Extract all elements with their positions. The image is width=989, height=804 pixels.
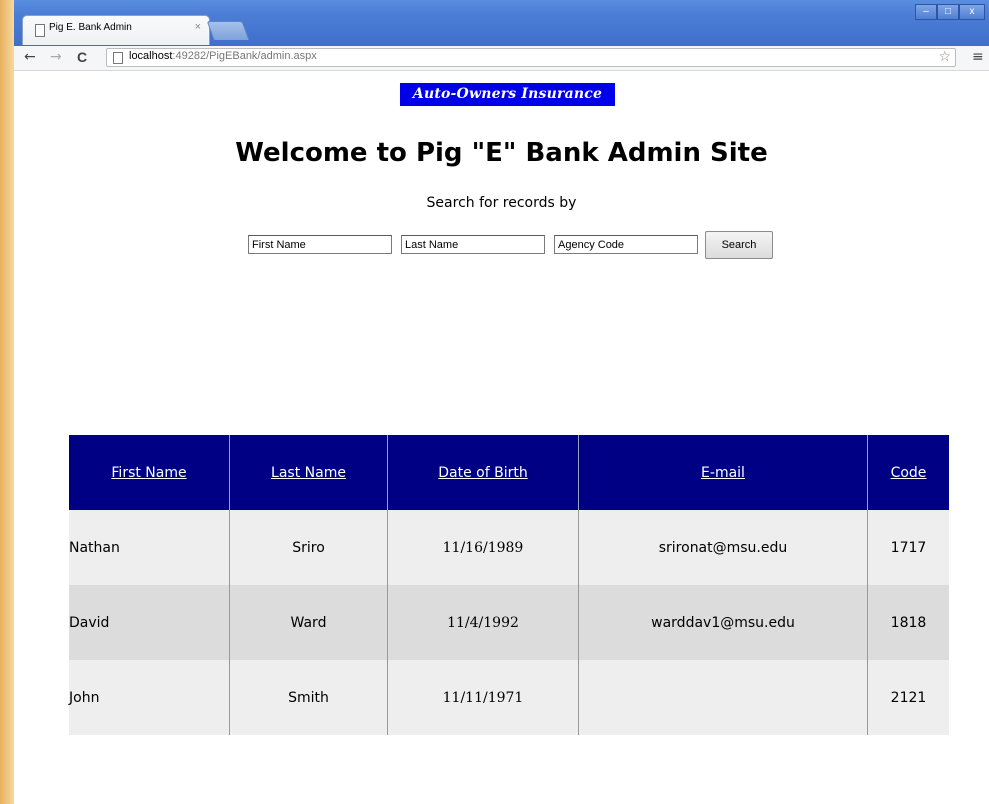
- address-bar[interactable]: localhost:49282/PigEBank/admin.aspx ☆: [106, 48, 956, 67]
- cell-dob: 11/16/1989: [387, 510, 579, 585]
- window-controls: – □ x: [915, 4, 985, 20]
- table-row: John Smith 11/11/1971 2121: [69, 660, 949, 735]
- title-bar: Pig E. Bank Admin × – □ x: [14, 0, 989, 46]
- cell-dob: 11/11/1971: [387, 660, 579, 735]
- cell-email: srironat@msu.edu: [578, 510, 868, 585]
- sort-link-dob[interactable]: Date of Birth: [438, 465, 527, 481]
- close-button[interactable]: x: [959, 4, 985, 20]
- sort-link-code[interactable]: Code: [891, 465, 927, 481]
- sort-link-last-name[interactable]: Last Name: [271, 465, 346, 481]
- page-icon: [35, 24, 45, 37]
- menu-icon[interactable]: ≡: [972, 49, 984, 65]
- cell-last-name: Smith: [229, 660, 388, 735]
- column-header-last-name: Last Name: [229, 435, 388, 510]
- table-row: David Ward 11/4/1992 warddav1@msu.edu 18…: [69, 585, 949, 660]
- last-name-input[interactable]: [401, 235, 545, 254]
- cell-first-name: David: [69, 585, 230, 660]
- cell-first-name: Nathan: [69, 510, 230, 585]
- reload-icon[interactable]: C: [77, 49, 87, 65]
- search-button[interactable]: Search: [705, 231, 773, 259]
- sort-link-email[interactable]: E-mail: [701, 465, 745, 481]
- url-host: localhost: [129, 50, 173, 62]
- page-title: Welcome to Pig "E" Bank Admin Site: [235, 138, 768, 168]
- tab-close-icon[interactable]: ×: [195, 21, 201, 33]
- agency-code-input[interactable]: [554, 235, 698, 254]
- url-text: localhost:49282/PigEBank/admin.aspx: [129, 50, 317, 62]
- first-name-input[interactable]: [248, 235, 392, 254]
- tab-title: Pig E. Bank Admin: [49, 22, 132, 33]
- cell-last-name: Ward: [229, 585, 388, 660]
- cell-code: 1818: [867, 585, 949, 660]
- cell-last-name: Sriro: [229, 510, 388, 585]
- desktop-background: [0, 0, 14, 804]
- maximize-button[interactable]: □: [937, 4, 959, 20]
- browser-toolbar: ← → C localhost:49282/PigEBank/admin.asp…: [14, 46, 989, 71]
- column-header-dob: Date of Birth: [387, 435, 579, 510]
- sort-link-first-name[interactable]: First Name: [111, 465, 186, 481]
- new-tab-button[interactable]: [206, 21, 250, 40]
- search-subtitle: Search for records by: [426, 195, 577, 211]
- company-logo: Auto-Owners Insurance: [400, 83, 615, 106]
- column-header-code: Code: [867, 435, 949, 510]
- cell-dob: 11/4/1992: [387, 585, 579, 660]
- cell-first-name: John: [69, 660, 230, 735]
- table-row: Nathan Sriro 11/16/1989 srironat@msu.edu…: [69, 510, 949, 585]
- records-table: First Name Last Name Date of Birth E-mai…: [69, 435, 949, 735]
- browser-window: Pig E. Bank Admin × – □ x ← → C localhos…: [14, 0, 989, 804]
- column-header-email: E-mail: [578, 435, 868, 510]
- cell-code: 1717: [867, 510, 949, 585]
- column-header-first-name: First Name: [69, 435, 230, 510]
- back-icon[interactable]: ←: [24, 49, 36, 65]
- page-icon: [113, 52, 123, 64]
- browser-tab[interactable]: Pig E. Bank Admin ×: [22, 15, 210, 45]
- url-path: :49282/PigEBank/admin.aspx: [172, 50, 317, 62]
- page-content: Auto-Owners Insurance Welcome to Pig "E"…: [14, 71, 989, 804]
- cell-code: 2121: [867, 660, 949, 735]
- cell-email: warddav1@msu.edu: [578, 585, 868, 660]
- minimize-button[interactable]: –: [915, 4, 937, 20]
- bookmark-star-icon[interactable]: ☆: [938, 49, 951, 65]
- cell-email: [578, 660, 868, 735]
- forward-icon[interactable]: →: [50, 49, 62, 65]
- table-header-row: First Name Last Name Date of Birth E-mai…: [69, 435, 949, 510]
